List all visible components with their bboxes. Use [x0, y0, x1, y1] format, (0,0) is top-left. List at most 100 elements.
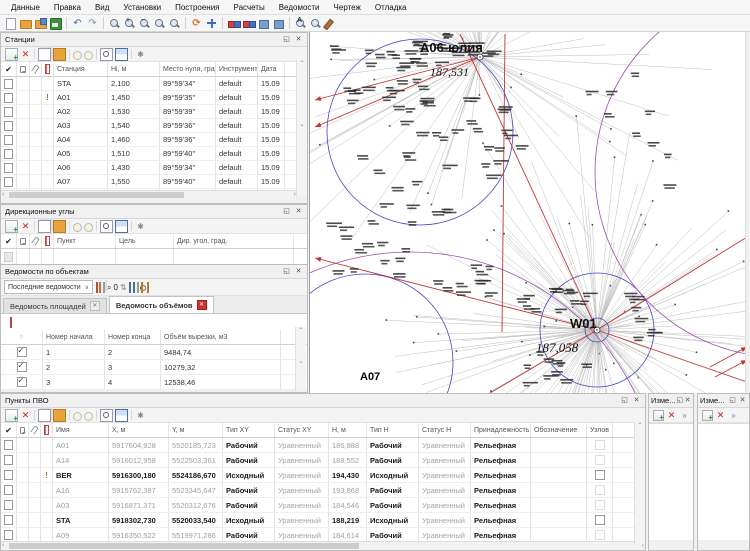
column-header[interactable]: Статус H	[419, 423, 471, 437]
tab-close-icon[interactable]: ✕	[197, 300, 207, 310]
bulb-off-icon[interactable]	[73, 223, 82, 232]
column-header[interactable]	[17, 423, 29, 437]
bulb-on-icon[interactable]	[84, 51, 93, 60]
add-row-icon[interactable]	[702, 410, 713, 421]
add-row-icon[interactable]	[5, 48, 18, 61]
column-header[interactable]: Статус XY	[275, 423, 329, 437]
float-panel-icon[interactable]: ◱	[282, 35, 291, 44]
delete-row-icon[interactable]: ✕	[715, 410, 726, 421]
row-checkbox[interactable]	[4, 500, 13, 510]
preview-icon[interactable]	[100, 220, 113, 233]
stations-vscrollbar[interactable]: ⌃⌄	[296, 60, 307, 197]
row-checkbox[interactable]	[17, 362, 27, 372]
table-row[interactable]: 3412538,46	[1, 375, 307, 390]
table-row[interactable]: A015917604,9285520185,723РабочийУравненн…	[1, 438, 645, 453]
menu-item-8[interactable]: Чертеж	[327, 1, 368, 14]
table-row[interactable]: A051,51089°59'40"default15.09	[1, 147, 307, 161]
stations-hscrollbar[interactable]: ‹ ›	[1, 190, 297, 199]
column-header[interactable]: Y, м	[169, 423, 223, 437]
open-icon[interactable]	[19, 17, 32, 30]
table-row[interactable]: !A011,45089°59'35"default15.09	[1, 91, 307, 105]
float-panel-icon[interactable]: ◱	[728, 396, 737, 405]
column-header[interactable]	[30, 62, 42, 76]
volumes-vscrollbar[interactable]: ⌃⌄	[295, 327, 306, 391]
row-checkbox[interactable]	[4, 135, 13, 145]
zero-icon[interactable]: 0	[114, 283, 118, 292]
add-row-icon[interactable]	[5, 220, 18, 233]
close-panel-icon[interactable]: ✕	[294, 267, 303, 276]
column-header[interactable]: Инструмент	[216, 62, 258, 76]
menu-item-9[interactable]: Отладка	[368, 1, 414, 14]
table-row[interactable]: A145916012,9585522503,361РабочийУравненн…	[1, 453, 645, 468]
column-header[interactable]: X, м	[109, 423, 169, 437]
column-header[interactable]: Место нуля, град	[160, 62, 216, 76]
node-checkbox[interactable]	[595, 500, 605, 510]
search-a-icon[interactable]: A	[294, 17, 307, 30]
row-checkbox[interactable]	[4, 530, 13, 540]
table-row[interactable]: A071,55089°59'40"default15.09	[1, 175, 307, 189]
refresh-icon[interactable]: ⟳	[190, 17, 203, 30]
column-header[interactable]: Тип XY	[223, 423, 275, 437]
row-checkbox[interactable]	[4, 440, 13, 450]
table-view-icon[interactable]	[137, 282, 139, 293]
row-checkbox[interactable]	[4, 163, 13, 173]
brush-icon[interactable]	[324, 17, 337, 30]
plan-view-canvas[interactable]: А06-юлия187,531W01187,058A07	[309, 32, 750, 393]
row-checkbox[interactable]	[4, 455, 13, 465]
float-panel-icon[interactable]: ◱	[676, 396, 683, 405]
html-icon[interactable]	[141, 282, 143, 293]
column-header[interactable]: Принадлежность	[471, 423, 531, 437]
undo-icon[interactable]: ↶	[71, 17, 84, 30]
table-row[interactable]: 129484,74	[1, 345, 307, 360]
row-checkbox[interactable]	[17, 347, 27, 357]
tree-icon[interactable]	[129, 282, 131, 293]
pan-left-icon[interactable]	[227, 17, 240, 30]
table-row[interactable]: A021,53089°59'39"default15.09	[1, 105, 307, 119]
save-icon[interactable]	[49, 17, 62, 30]
column-header[interactable]	[30, 234, 42, 248]
column-header[interactable]: Обозначение	[531, 423, 587, 437]
paste-icon[interactable]	[53, 48, 66, 61]
float-panel-icon[interactable]: ◱	[620, 396, 629, 405]
preview-icon[interactable]	[100, 409, 113, 422]
column-header[interactable]	[17, 234, 30, 248]
monitor-icon[interactable]	[272, 17, 285, 30]
copy-icon[interactable]	[38, 48, 51, 61]
column-header[interactable]	[42, 62, 54, 76]
float-panel-icon[interactable]: ◱	[282, 207, 291, 216]
plan-vscrollbar[interactable]	[745, 32, 750, 393]
row-checkbox[interactable]	[4, 149, 13, 159]
row-checkbox[interactable]	[4, 79, 13, 89]
node-checkbox[interactable]	[595, 530, 605, 540]
close-panel-icon[interactable]: ✕	[632, 396, 641, 405]
delete-row-icon[interactable]: ✕	[20, 410, 31, 421]
table-row[interactable]: !BER5916300,1805524186,670ИсходныйУравне…	[1, 468, 645, 483]
table-row[interactable]: A035916871,3715520312,676РабочийУравненн…	[1, 498, 645, 513]
settings-icon[interactable]: ✱	[135, 221, 146, 232]
column-header[interactable]: ✔	[1, 234, 17, 248]
copy-icon[interactable]	[38, 220, 51, 233]
paste-icon[interactable]	[53, 409, 66, 422]
table-row[interactable]: A031,54089°59'36"default15.09	[1, 119, 307, 133]
column-header[interactable]: ▿	[1, 330, 43, 344]
area-icon[interactable]	[96, 282, 98, 293]
column-header[interactable]: Номер конца	[105, 330, 161, 344]
column-header[interactable]: ✔	[1, 423, 17, 437]
close-panel-icon[interactable]: ✕	[294, 207, 303, 216]
column-header[interactable]: Тип H	[367, 423, 419, 437]
bulb-off-icon[interactable]	[73, 51, 82, 60]
copy-sheet-icon[interactable]	[103, 282, 105, 293]
table-view-icon[interactable]	[115, 48, 128, 61]
column-header[interactable]: H, м	[329, 423, 367, 437]
row-checkbox[interactable]	[4, 107, 13, 117]
tab-2[interactable]: Ведомость объёмов✕	[109, 296, 214, 313]
table-row[interactable]: A165915762,3875523345,647РабочийУравненн…	[1, 483, 645, 498]
zoom-pointer-icon[interactable]	[168, 17, 181, 30]
column-header[interactable]: Имя	[53, 423, 109, 437]
table-row[interactable]: 2310279,32	[1, 360, 307, 375]
search-small-icon[interactable]	[309, 17, 322, 30]
copy-icon[interactable]	[38, 409, 51, 422]
table-view-icon[interactable]	[115, 409, 128, 422]
preview-icon[interactable]	[100, 48, 113, 61]
bulb-on-icon[interactable]	[84, 223, 93, 232]
